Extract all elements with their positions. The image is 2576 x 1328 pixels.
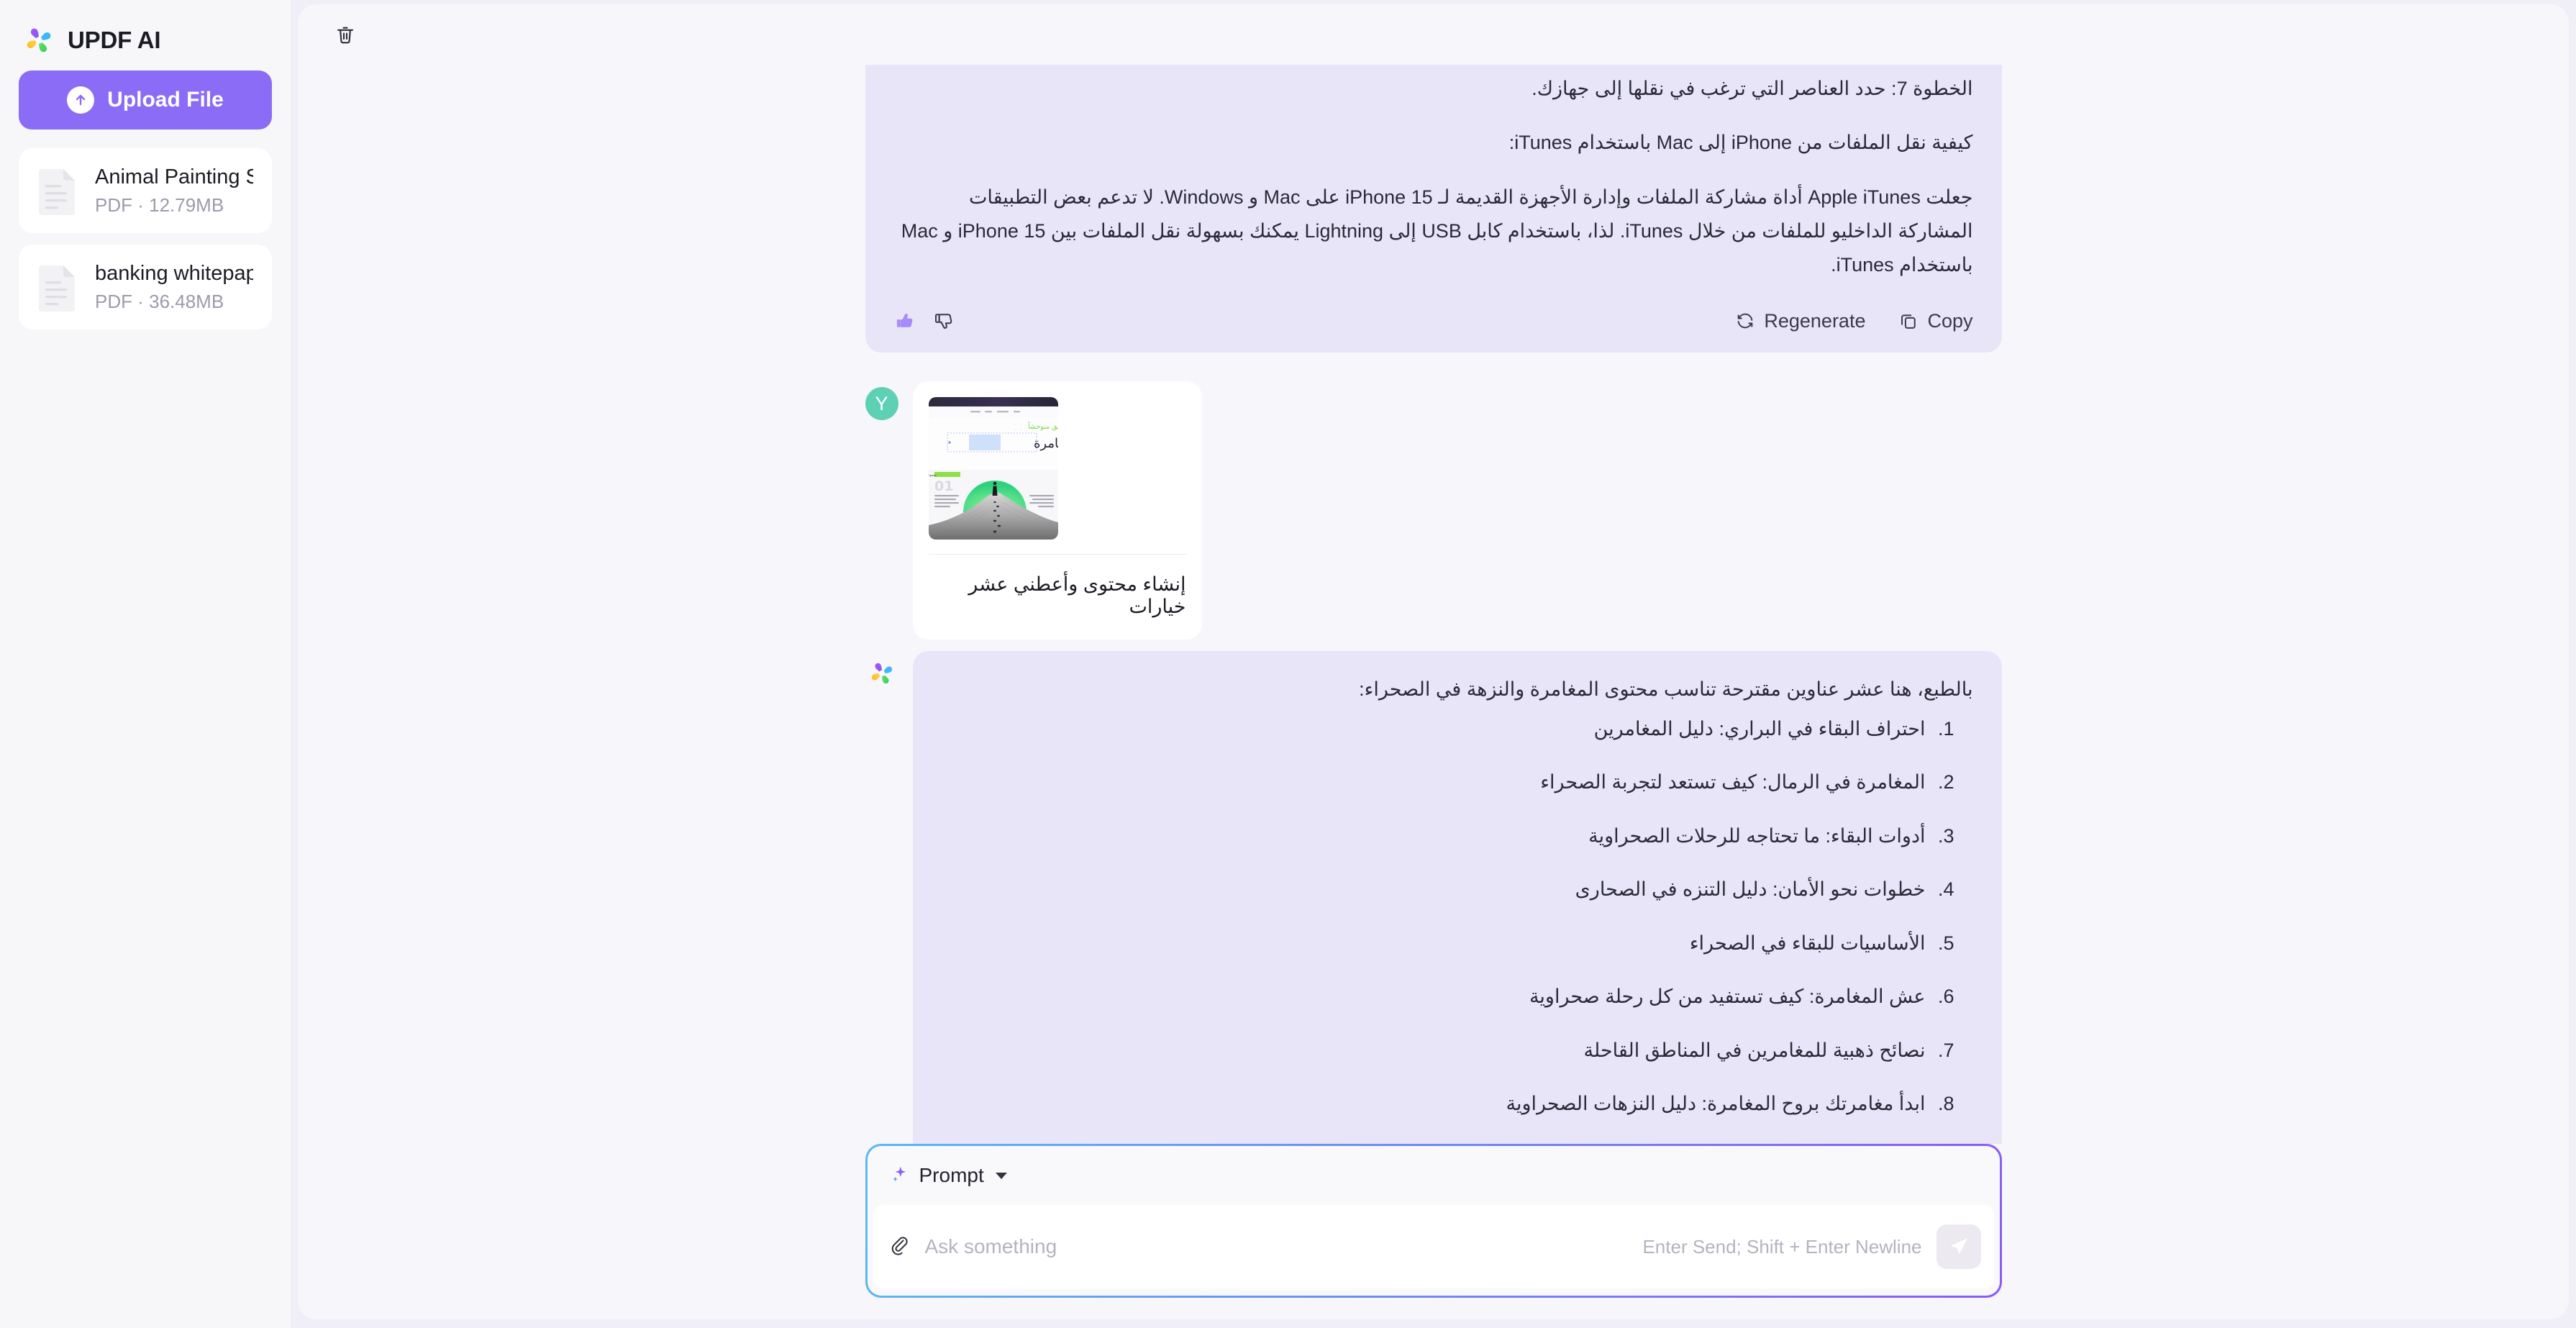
list-item: الاستعداد للنزهات الصحراوية: كل ما تحتاج…: [942, 1143, 1933, 1145]
list-item: الأساسيات للبقاء في الصحراء: [942, 929, 1933, 958]
document-icon: [37, 165, 79, 217]
prompt-mode-dropdown[interactable]: Prompt: [886, 1160, 1010, 1192]
app-root: UPDF AI Upload File Animal Painting S PD…: [0, 0, 2576, 1328]
search-input[interactable]: [924, 1235, 1629, 1258]
svg-text:عش المغامرة: عش المغامرة: [1034, 436, 1058, 451]
send-plane-icon: [1950, 1238, 1967, 1255]
composer: Prompt Enter Send; Shift + En: [865, 1144, 2002, 1298]
main-wrapper: الخطوة 7: حدد العناصر التي ترغب في نقلها…: [291, 0, 2576, 1328]
svg-text:01: 01: [934, 478, 953, 494]
file-list: Animal Painting Sk... PDF · 12.79MB: [19, 148, 272, 329]
message-actions: Regenerate Copy: [894, 302, 1973, 340]
composer-hint: Enter Send; Shift + Enter Newline: [1642, 1235, 1922, 1257]
thumbs-down-icon[interactable]: [933, 310, 955, 332]
composer-area: Prompt Enter Send; Shift + En: [298, 1144, 2569, 1319]
regenerate-button[interactable]: Regenerate: [1735, 310, 1865, 332]
svg-text:مجموعة الكتل: مجموعة الكتل: [929, 473, 937, 477]
thumbs-up-icon[interactable]: [894, 310, 916, 332]
list-item[interactable]: banking whitepap... PDF · 36.48MB: [19, 245, 272, 329]
composer-input-row: Enter Send; Shift + Enter Newline: [873, 1205, 1994, 1288]
document-icon: [37, 261, 79, 313]
refresh-icon: [1738, 313, 1753, 329]
composer-toolbar: Prompt: [868, 1146, 2000, 1205]
upload-file-label: Upload File: [107, 88, 224, 112]
user-message-text: إنشاء محتوى وأعطني عشر خيارات: [968, 573, 1186, 618]
assistant-message-second: بالطبع، هنا عشر عناوين مقترحة تناسب محتو…: [865, 651, 2002, 1144]
list-item: احتراف البقاء في البراري: دليل المغامرين: [942, 714, 1933, 744]
suggestion-list: احتراف البقاء في البراري: دليل المغامرين…: [942, 714, 1973, 1145]
list-item: ابدأ مغامرتك بروح المغامرة: دليل النزهات…: [942, 1089, 1933, 1119]
copy-button[interactable]: Copy: [1898, 309, 1973, 332]
assistant-paragraph: جعلت Apple iTunes أداة مشاركة الملفات وإ…: [901, 186, 1973, 276]
sparkle-icon: [889, 1164, 909, 1188]
list-item: خطوات نحو الأمان: دليل التنزه في الصحارى: [942, 875, 1933, 904]
updf-flower-logo-icon: [865, 657, 898, 690]
list-item: نصائح ذهبية للمغامرين في المناطق القاحلة: [942, 1036, 1933, 1065]
prompt-mode-label: Prompt: [919, 1164, 984, 1186]
chat-panel: الخطوة 7: حدد العناصر التي ترغب في نقلها…: [298, 4, 2569, 1319]
list-item[interactable]: Animal Painting Sk... PDF · 12.79MB: [19, 148, 272, 233]
updf-flower-logo-icon: [23, 24, 55, 56]
assistant-bubble: بالطبع، هنا عشر عناوين مقترحة تناسب محتو…: [912, 651, 2002, 1145]
chat-toolbar: [298, 4, 2569, 65]
attachment-thumbnail[interactable]: ابق متوحشاً عش المغامرة مجموعة الكتل: [928, 397, 1058, 540]
upload-arrow-icon: [67, 86, 95, 114]
chevron-down-icon: [995, 1172, 1007, 1179]
copy-label: Copy: [1927, 309, 1973, 332]
paperclip-icon[interactable]: [889, 1236, 911, 1257]
copy-icon: [1901, 314, 1916, 329]
file-meta: PDF · 12.79MB: [95, 194, 224, 216]
assistant-intro: بالطبع، هنا عشر عناوين مقترحة تناسب محتو…: [1359, 678, 1973, 701]
list-item: أدوات البقاء: ما تحتاجه للرحلات الصحراوي…: [942, 822, 1933, 851]
svg-text:ابق متوحشاً: ابق متوحشاً: [1027, 422, 1057, 431]
user-message-card: ابق متوحشاً عش المغامرة مجموعة الكتل: [912, 381, 1202, 640]
list-item: عش المغامرة: كيف تستفيد من كل رحلة صحراو…: [942, 982, 1933, 1011]
sidebar: UPDF AI Upload File Animal Painting S PD…: [0, 0, 291, 1328]
app-title: UPDF AI: [68, 27, 161, 53]
chat-scroll-area[interactable]: الخطوة 7: حدد العناصر التي ترغب في نقلها…: [298, 65, 2569, 1144]
avatar: Y: [865, 387, 898, 421]
file-name: banking whitepap...: [95, 262, 253, 285]
user-message: Y ابق متوحشاً امرة مجمو 01 إنشاء محتوى و…: [865, 381, 2002, 640]
assistant-message-first: الخطوة 7: حدد العناصر التي ترغب في نقلها…: [865, 65, 2002, 353]
trash-icon[interactable]: [328, 17, 363, 52]
brand: UPDF AI: [19, 0, 272, 62]
file-name: Animal Painting Sk...: [95, 165, 253, 188]
assistant-paragraph: كيفية نقل الملفات من iPhone إلى Mac باست…: [1508, 132, 1973, 154]
send-button[interactable]: [1936, 1224, 1981, 1269]
list-item: المغامرة في الرمال: كيف تستعد لتجربة الص…: [942, 768, 1933, 797]
assistant-paragraph: الخطوة 7: حدد العناصر التي ترغب في نقلها…: [1532, 78, 1973, 99]
file-meta: PDF · 36.48MB: [95, 290, 224, 312]
chat-column: الخطوة 7: حدد العناصر التي ترغب في نقلها…: [865, 65, 2002, 1144]
regenerate-label: Regenerate: [1764, 309, 1866, 332]
upload-file-button[interactable]: Upload File: [19, 71, 272, 129]
